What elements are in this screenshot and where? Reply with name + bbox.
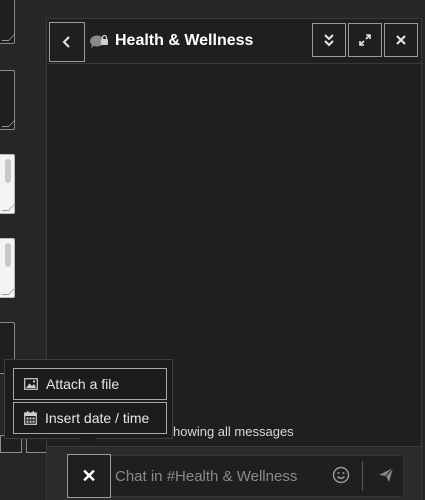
resize-grip-icon	[1, 120, 16, 127]
side-textarea-1[interactable]	[0, 0, 16, 44]
close-icon	[396, 35, 406, 45]
emoji-icon	[332, 466, 350, 484]
send-button[interactable]	[375, 464, 397, 486]
resize-grip-icon	[1, 204, 16, 211]
side-textarea-2[interactable]	[0, 70, 16, 130]
double-chevron-down-icon	[324, 34, 334, 47]
expand-icon	[359, 34, 371, 46]
chat-title: Health & Wellness	[115, 32, 254, 49]
chevron-left-icon	[62, 36, 70, 48]
close-icon: ✕	[81, 465, 97, 486]
resize-grip-icon	[1, 34, 16, 41]
private-chat-icon	[90, 34, 108, 48]
attach-menu: Attach a file Insert date / time	[4, 359, 173, 439]
history-status-text: howing all messages	[173, 424, 294, 439]
composer-divider	[362, 461, 363, 491]
collapse-button[interactable]	[312, 23, 346, 57]
side-textarea-3[interactable]	[0, 154, 16, 214]
expand-button[interactable]	[348, 23, 382, 57]
emoji-button[interactable]	[331, 465, 351, 485]
menu-item-insert-datetime[interactable]: Insert date / time	[13, 402, 167, 434]
scrollbar-thumb[interactable]	[5, 159, 11, 183]
menu-pointer	[80, 438, 96, 446]
resize-grip-icon	[1, 288, 16, 295]
chat-input[interactable]	[113, 459, 327, 493]
send-icon	[379, 467, 394, 482]
menu-item-attach-file[interactable]: Attach a file	[13, 368, 167, 400]
scrollbar-thumb[interactable]	[5, 243, 11, 267]
side-textarea-4[interactable]	[0, 238, 16, 298]
chat-header: Health & Wellness	[47, 19, 421, 64]
composer: ✕	[47, 446, 421, 500]
menu-item-label: Attach a file	[46, 376, 120, 392]
attach-menu-toggle-button[interactable]: ✕	[67, 454, 111, 498]
back-button[interactable]	[49, 22, 85, 62]
chat-title-wrap: Health & Wellness	[89, 29, 253, 53]
menu-item-label: Insert date / time	[45, 410, 150, 426]
calendar-icon	[24, 411, 37, 425]
app-root: Health & Wellness howing all messages ✕	[0, 0, 425, 500]
image-icon	[24, 378, 38, 390]
close-button[interactable]	[384, 23, 418, 57]
